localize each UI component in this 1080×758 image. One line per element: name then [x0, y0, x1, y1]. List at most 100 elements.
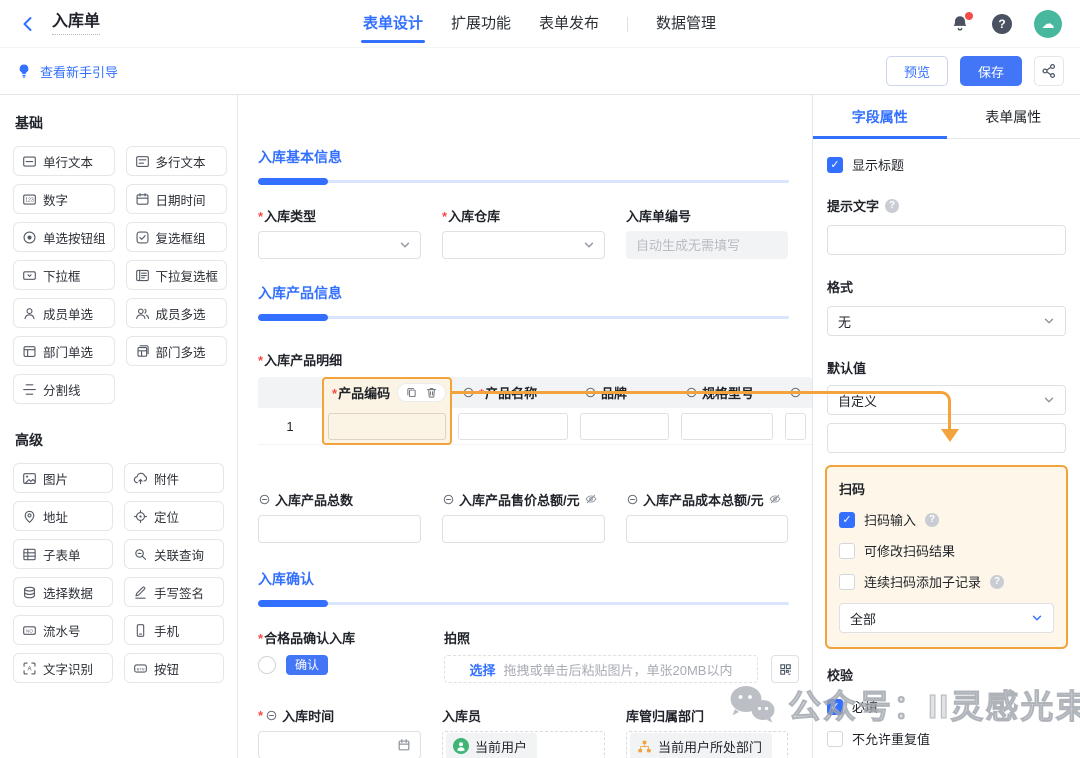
palette-item-select-data[interactable]: 选择数据: [13, 577, 113, 607]
tab-data-management[interactable]: 数据管理: [656, 0, 716, 48]
section-basic-info[interactable]: 入库基本信息: [258, 147, 789, 185]
scan-input-checkbox[interactable]: [839, 512, 855, 528]
field-department[interactable]: 库管归属部门 当前用户所处部门: [626, 707, 788, 758]
palette-item-subform[interactable]: 子表单: [13, 539, 113, 569]
palette-item-dept-single[interactable]: 部门单选: [13, 336, 115, 366]
palette-item-dropdown-multi[interactable]: 下拉复选框: [126, 260, 228, 290]
trash-icon[interactable]: [425, 386, 438, 399]
required-checkbox[interactable]: [827, 699, 843, 715]
format-select[interactable]: 无: [827, 306, 1066, 336]
no-duplicate-option[interactable]: 不允许重复值: [827, 729, 1066, 748]
column-header-product-name[interactable]: 产品名称: [452, 377, 574, 408]
palette-item-attachment[interactable]: 附件: [124, 463, 224, 493]
cell-input-clipped[interactable]: [785, 413, 806, 440]
field-qualified-confirm[interactable]: 合格品确认入库 确认: [258, 629, 444, 683]
back-icon[interactable]: [18, 14, 38, 34]
palette-item-signature[interactable]: 手写签名: [124, 577, 224, 607]
palette-item-locate[interactable]: 定位: [124, 501, 224, 531]
scan-upload-button[interactable]: [771, 655, 799, 683]
save-button[interactable]: 保存: [960, 56, 1022, 86]
avatar[interactable]: ☁: [1034, 10, 1062, 38]
tab-form-design[interactable]: 表单设计: [363, 0, 423, 48]
default-value-select[interactable]: 自定义: [827, 385, 1066, 415]
share-button[interactable]: [1034, 56, 1064, 86]
newbie-guide-link[interactable]: 查看新手引导: [16, 62, 118, 81]
scan-editable-checkbox[interactable]: [839, 543, 855, 559]
preview-button[interactable]: 预览: [886, 56, 948, 86]
field-total-price[interactable]: 入库产品售价总额/元: [442, 491, 605, 543]
help-icon[interactable]: ?: [925, 513, 939, 527]
palette-item-address[interactable]: 地址: [13, 501, 113, 531]
notifications-button[interactable]: [950, 14, 970, 34]
confirm-button[interactable]: 确认: [286, 655, 328, 675]
storage-type-select[interactable]: [258, 231, 421, 259]
palette-item-member-single[interactable]: 成员单选: [13, 298, 115, 328]
field-total-cost[interactable]: 入库产品成本总额/元: [626, 491, 788, 543]
field-total-count[interactable]: 入库产品总数: [258, 491, 421, 543]
cell-input-product-code[interactable]: [328, 413, 446, 440]
copy-icon[interactable]: [405, 386, 418, 399]
palette-item-datetime[interactable]: 日期时间: [126, 184, 228, 214]
scan-input-option[interactable]: 扫码输入 ?: [839, 510, 1054, 529]
field-warehouse[interactable]: 入库仓库: [442, 207, 605, 259]
section-product-info[interactable]: 入库产品信息: [258, 283, 789, 321]
field-photo[interactable]: 拍照 选择 拖拽或单击后粘贴图片，单张20MB以内: [444, 629, 799, 683]
field-operator[interactable]: 入库员 当前用户: [442, 707, 605, 758]
field-storage-time[interactable]: 入库时间: [258, 707, 421, 758]
scan-continuous-option[interactable]: 连续扫码添加子记录 ?: [839, 572, 1054, 591]
palette-item-image[interactable]: 图片: [13, 463, 113, 493]
warehouse-select[interactable]: [442, 231, 605, 259]
total-count-input[interactable]: [258, 515, 421, 543]
palette-item-dept-multi[interactable]: 部门多选: [126, 336, 228, 366]
tab-form-publish[interactable]: 表单发布: [539, 0, 599, 48]
scan-editable-option[interactable]: 可修改扫码结果: [839, 541, 1054, 560]
help-icon[interactable]: ?: [990, 575, 1004, 589]
upload-select-link[interactable]: 选择: [470, 660, 496, 679]
hint-text-input[interactable]: [827, 225, 1066, 255]
section-confirm[interactable]: 入库确认: [258, 569, 789, 607]
palette-item-single-line-text[interactable]: 单行文本: [13, 146, 115, 176]
cell-input-spec-model[interactable]: [681, 413, 773, 440]
column-header-clipped[interactable]: [779, 377, 812, 408]
cell-input-brand[interactable]: [580, 413, 669, 440]
column-header-brand[interactable]: 品牌: [574, 377, 675, 408]
confirm-toggle[interactable]: [258, 656, 276, 674]
palette-item-number[interactable]: 123数字: [13, 184, 115, 214]
tab-form-properties[interactable]: 表单属性: [947, 95, 1080, 138]
scan-continuous-checkbox[interactable]: [839, 574, 855, 590]
default-custom-input[interactable]: [827, 423, 1066, 453]
no-duplicate-checkbox[interactable]: [827, 731, 843, 747]
storage-time-picker[interactable]: [258, 731, 421, 758]
palette-item-button[interactable]: BTN按钮: [124, 653, 224, 683]
required-option[interactable]: 必填: [827, 697, 1066, 716]
palette-item-ocr[interactable]: A文字识别: [13, 653, 113, 683]
tab-field-properties[interactable]: 字段属性: [813, 95, 947, 138]
operator-value-box[interactable]: 当前用户: [442, 731, 605, 758]
photo-upload-dropzone[interactable]: 选择 拖拽或单击后粘贴图片，单张20MB以内: [444, 655, 758, 683]
column-header-spec-model[interactable]: 规格型号: [675, 377, 779, 408]
tab-extensions[interactable]: 扩展功能: [451, 0, 511, 48]
cell-input-product-name[interactable]: [458, 413, 568, 440]
show-title-option[interactable]: 显示标题: [827, 155, 1066, 174]
palette-item-radio-group[interactable]: 单选按钮组: [13, 222, 115, 252]
form-title[interactable]: 入库单: [52, 12, 100, 35]
palette-item-divider[interactable]: 分割线: [13, 374, 115, 404]
column-header-product-code[interactable]: 产品编码: [322, 377, 452, 408]
palette-item-multi-line-text[interactable]: 多行文本: [126, 146, 228, 176]
show-title-checkbox[interactable]: [827, 157, 843, 173]
field-detail-subform[interactable]: 入库产品明细 产品编码 产品名称: [258, 351, 789, 445]
total-price-input[interactable]: [442, 515, 605, 543]
palette-item-dropdown[interactable]: 下拉框: [13, 260, 115, 290]
help-icon[interactable]: ?: [885, 199, 899, 213]
total-cost-input[interactable]: [626, 515, 788, 543]
palette-item-phone[interactable]: 手机: [124, 615, 224, 645]
field-storage-type[interactable]: 入库类型: [258, 207, 421, 259]
palette-item-member-multi[interactable]: 成员多选: [126, 298, 228, 328]
scan-mode-select[interactable]: 全部: [839, 603, 1054, 633]
palette-item-relation-query[interactable]: 关联查询: [124, 539, 224, 569]
department-value-box[interactable]: 当前用户所处部门: [626, 731, 788, 758]
palette-item-checkbox-group[interactable]: 复选框组: [126, 222, 228, 252]
palette-item-serial-number[interactable]: NO流水号: [13, 615, 113, 645]
field-order-no[interactable]: 入库单编号: [626, 207, 788, 259]
help-icon[interactable]: ?: [992, 14, 1012, 34]
